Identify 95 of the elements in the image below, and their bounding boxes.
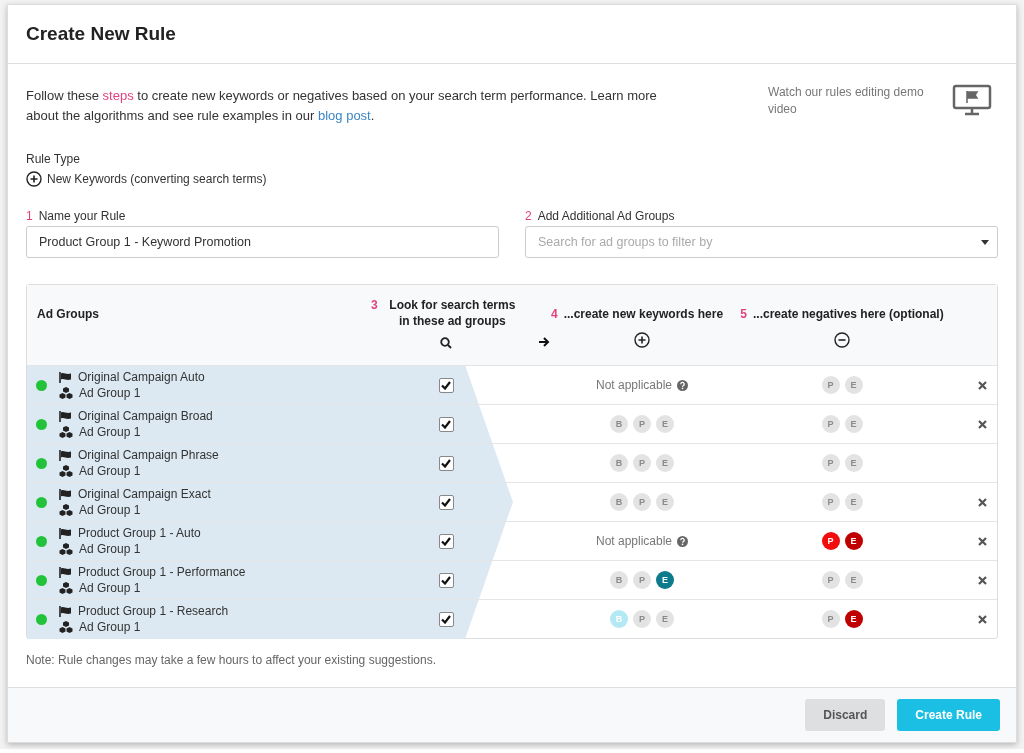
help-icon[interactable] <box>677 379 689 391</box>
remove-button[interactable] <box>975 573 989 587</box>
match-type-badge[interactable]: P <box>821 454 840 472</box>
match-type-badge[interactable]: E <box>844 532 863 550</box>
flag-icon <box>59 410 72 422</box>
match-type-badge[interactable]: E <box>656 571 674 589</box>
column-header: Look for search terms in these ad groups <box>388 297 517 329</box>
video-link[interactable]: Watch our rules editing demo video <box>768 84 938 126</box>
ad-group-name: Ad Group 1 <box>79 542 141 556</box>
match-type-badge[interactable]: B <box>610 454 628 472</box>
not-applicable-text: Not applicable <box>595 378 673 392</box>
search-icon <box>440 337 452 349</box>
cubes-icon <box>59 504 73 516</box>
ad-group-name: Ad Group 1 <box>79 581 141 595</box>
remove-button[interactable] <box>975 417 989 431</box>
ad-group-name: Ad Group 1 <box>79 425 141 439</box>
match-type-badge[interactable]: E <box>656 454 674 472</box>
match-type-badge[interactable]: P <box>821 376 840 394</box>
step-number: 3 <box>371 297 378 314</box>
cubes-icon <box>59 387 73 399</box>
flag-icon <box>59 449 72 461</box>
match-type-badge[interactable]: E <box>656 493 674 511</box>
remove-button[interactable] <box>975 495 989 509</box>
help-icon[interactable] <box>677 535 689 547</box>
column-header: Ad Groups <box>37 307 99 321</box>
monitor-flag-icon[interactable] <box>952 84 992 116</box>
field-label: Add Additional Ad Groups <box>537 209 675 223</box>
minus-circle-icon <box>834 332 850 348</box>
ad-group-name: Ad Group 1 <box>79 620 141 634</box>
match-type-badge[interactable]: P <box>821 532 840 550</box>
field-label: Name your Rule <box>38 209 126 223</box>
column-header: ...create negatives here (optional) <box>752 306 944 322</box>
match-type-badge[interactable]: B <box>610 493 628 511</box>
campaign-name: Original Campaign Broad <box>78 409 213 423</box>
ad-group-name: Ad Group 1 <box>79 503 141 517</box>
cubes-icon <box>59 465 73 477</box>
campaign-name: Product Group 1 - Performance <box>78 565 246 579</box>
campaign-name: Product Group 1 - Auto <box>78 526 201 540</box>
match-type-badge[interactable]: E <box>656 610 674 628</box>
column-header: ...create new keywords here <box>563 306 724 322</box>
match-type-badge[interactable]: E <box>844 454 863 472</box>
match-type-badge[interactable]: P <box>821 610 840 628</box>
campaign-name: Original Campaign Exact <box>78 487 211 501</box>
cubes-icon <box>59 543 73 555</box>
match-type-badge[interactable]: B <box>610 571 628 589</box>
match-type-badge[interactable]: P <box>633 415 651 433</box>
cubes-icon <box>59 582 73 594</box>
cubes-icon <box>59 621 73 633</box>
cubes-icon <box>59 426 73 438</box>
match-type-badge[interactable]: P <box>633 454 651 472</box>
rule-type-label: Rule Type <box>26 152 81 166</box>
flag-icon <box>59 527 72 539</box>
discard-button[interactable]: Discard <box>805 699 886 731</box>
match-type-badge[interactable]: B <box>610 415 628 433</box>
match-type-badge[interactable]: E <box>844 415 863 433</box>
flag-icon <box>59 566 72 578</box>
campaign-name: Original Campaign Phrase <box>78 448 219 462</box>
match-type-badge[interactable]: E <box>844 493 863 511</box>
plus-circle-icon <box>634 332 650 348</box>
remove-button[interactable] <box>975 612 989 626</box>
not-applicable-text: Not applicable <box>595 534 673 548</box>
step-number: 2 <box>525 209 532 223</box>
ad-group-name: Ad Group 1 <box>79 386 141 400</box>
match-type-badge[interactable]: P <box>633 571 651 589</box>
match-type-badge[interactable]: E <box>656 415 674 433</box>
note-text: Note: Rule changes may take a few hours to affect your existing suggestions. <box>26 653 437 667</box>
ad-group-search-dropdown[interactable]: Search for ad groups to filter by <box>525 226 998 258</box>
rule-name-field[interactable]: Product Group 1 - Keyword Promotion <box>26 226 499 258</box>
flag-icon <box>59 605 72 617</box>
match-type-badge[interactable]: P <box>821 493 840 511</box>
step-number: 1 <box>26 209 33 223</box>
flag-icon <box>59 371 72 383</box>
campaign-name: Product Group 1 - Research <box>78 604 229 618</box>
match-type-badge[interactable]: P <box>821 571 840 589</box>
campaign-name: Original Campaign Auto <box>78 370 205 384</box>
match-type-badge[interactable]: E <box>844 610 863 628</box>
dialog-title: Create New Rule <box>26 23 176 45</box>
rule-type-value: New Keywords (converting search terms) <box>47 172 267 186</box>
caret-icon <box>981 240 989 245</box>
step-number: 5 <box>740 306 747 322</box>
remove-button[interactable] <box>975 378 989 392</box>
create-rule-button[interactable]: Create Rule <box>897 699 1000 731</box>
intro-text: Follow these steps to create new keywords or negatives based on your search term performance. Learn more about the algorithms and see rule examples in our blog post. <box>26 87 658 125</box>
ad-group-name: Ad Group 1 <box>79 464 141 478</box>
blog-post-link[interactable]: blog post <box>317 108 371 123</box>
match-type-badge[interactable]: P <box>821 415 840 433</box>
right-arrow-icon <box>538 337 550 347</box>
match-type-badge[interactable]: E <box>844 376 863 394</box>
match-type-badge[interactable]: P <box>633 493 651 511</box>
step-number: 4 <box>550 306 558 322</box>
flag-icon <box>59 488 72 500</box>
remove-button[interactable] <box>975 534 989 548</box>
match-type-badge[interactable]: P <box>633 610 651 628</box>
plus-circle-icon <box>26 171 42 187</box>
match-type-badge[interactable]: E <box>844 571 863 589</box>
